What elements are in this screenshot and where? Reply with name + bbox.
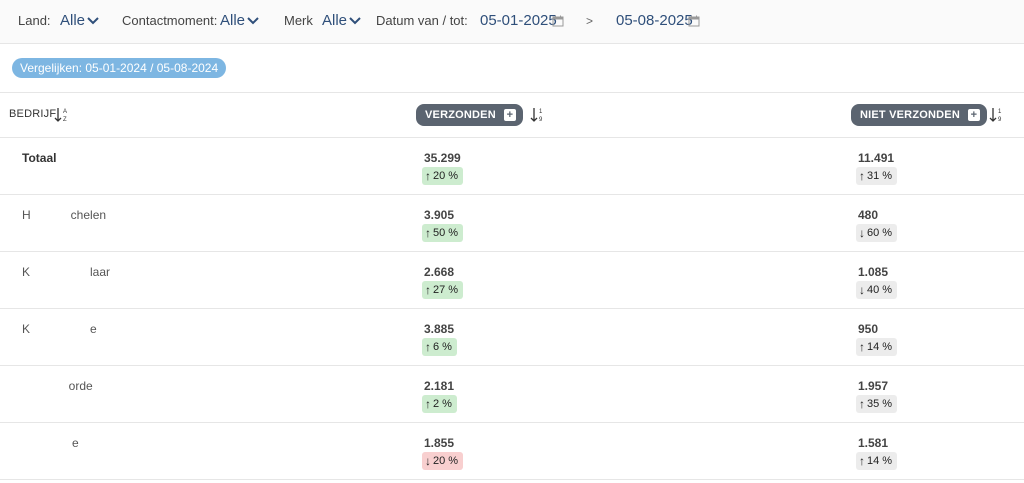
verzonden-header-button[interactable]: VERZONDEN + <box>416 104 523 126</box>
verzonden-change-badge: ↑ 50 % <box>422 224 464 242</box>
company-name: H chelen <box>22 208 107 222</box>
contactmoment-label: Contactmoment: <box>122 13 218 28</box>
chevron-down-icon <box>87 17 99 25</box>
chevron-down-icon <box>247 17 259 25</box>
chevron-down-icon <box>349 17 361 25</box>
table-row[interactable]: K e 3.885 ↑ 6 % 950 ↑ 14 % <box>0 309 1024 366</box>
niet-verzonden-change-badge: ↑ 14 % <box>856 338 898 356</box>
filter-bar: Land: Alle Contactmoment: Alle Merk Alle… <box>0 0 1024 44</box>
verzonden-value: 3.905 <box>424 208 455 222</box>
company-name: e <box>22 436 79 450</box>
sort-numeric-icon[interactable]: 1 9 <box>989 106 1005 129</box>
verzonden-change-badge: ↑ 2 % <box>422 395 457 413</box>
datum-label: Datum van / tot: <box>376 13 468 28</box>
table-body: Totaal 35.299 ↑ 20 % 11.491 ↑ 31 % H chelen 3.90… <box>0 138 1024 480</box>
arrow-up-icon: ↑ <box>425 226 431 240</box>
arrow-down-icon: ↓ <box>859 226 865 240</box>
svg-text:1: 1 <box>998 109 1002 115</box>
company-name: K e <box>22 322 97 336</box>
arrow-up-icon: ↑ <box>859 397 865 411</box>
compare-row: Vergelijken: 05-01-2024 / 05-08-2024 <box>0 44 1024 93</box>
date-separator: > <box>586 14 594 28</box>
arrow-up-icon: ↑ <box>425 340 431 354</box>
compare-pill[interactable]: Vergelijken: 05-01-2024 / 05-08-2024 <box>12 58 227 78</box>
arrow-up-icon: ↑ <box>859 340 865 354</box>
svg-text:9: 9 <box>998 117 1002 123</box>
svg-text:A: A <box>63 109 67 115</box>
merk-select[interactable]: Alle <box>322 12 361 30</box>
arrow-down-icon: ↓ <box>425 454 431 468</box>
arrow-up-icon: ↑ <box>859 169 865 183</box>
verzonden-change-badge: ↓ 20 % <box>422 452 464 470</box>
svg-text:1: 1 <box>539 109 543 115</box>
niet-verzonden-value: 480 <box>858 208 879 222</box>
niet-verzonden-change-badge: ↓ 60 % <box>856 224 898 242</box>
table-row[interactable]: K laar 2.668 ↑ 27 % 1.085 ↓ 40 % <box>0 252 1024 309</box>
col-bedrijf-header: BEDRIJF <box>9 108 57 120</box>
date-to-input[interactable]: 05-08-2025 <box>616 12 693 30</box>
contactmoment-select[interactable]: Alle <box>220 12 259 30</box>
arrow-up-icon: ↑ <box>425 397 431 411</box>
svg-text:9: 9 <box>539 117 543 123</box>
land-select[interactable]: Alle <box>60 12 99 30</box>
date-from-input[interactable]: 05-01-2025 <box>480 12 557 30</box>
company-name: Totaal <box>22 151 57 165</box>
niet-verzonden-change-badge: ↑ 14 % <box>856 452 898 470</box>
niet-verzonden-change-badge: ↓ 40 % <box>856 281 898 299</box>
calendar-icon[interactable] <box>688 14 700 32</box>
niet-verzonden-change-badge: ↑ 35 % <box>856 395 898 413</box>
arrow-up-icon: ↑ <box>859 454 865 468</box>
arrow-up-icon: ↑ <box>425 283 431 297</box>
verzonden-value: 35.299 <box>424 151 461 165</box>
verzonden-value: 2.668 <box>424 265 455 279</box>
verzonden-value: 2.181 <box>424 379 455 393</box>
table-row[interactable]: e 1.855 ↓ 20 % 1.581 ↑ 14 % <box>0 423 1024 480</box>
niet-verzonden-value: 1.581 <box>858 436 889 450</box>
plus-icon: + <box>503 109 516 121</box>
svg-text:Z: Z <box>63 117 67 123</box>
merk-label: Merk <box>284 13 313 28</box>
verzonden-value: 3.885 <box>424 322 455 336</box>
arrow-up-icon: ↑ <box>425 169 431 183</box>
table-row[interactable]: H chelen 3.905 ↑ 50 % 480 ↓ 60 % <box>0 195 1024 252</box>
niet-verzonden-value: 1.957 <box>858 379 889 393</box>
arrow-down-icon: ↓ <box>859 283 865 297</box>
table-row[interactable]: orde 2.181 ↑ 2 % 1.957 ↑ 35 % <box>0 366 1024 423</box>
niet-verzonden-change-badge: ↑ 31 % <box>856 167 898 185</box>
verzonden-change-badge: ↑ 27 % <box>422 281 464 299</box>
sort-numeric-icon[interactable]: 1 9 <box>530 106 546 129</box>
land-label: Land: <box>18 13 51 28</box>
table-header: BEDRIJF A Z VERZONDEN + 1 9 NIET VERZOND… <box>0 93 1024 138</box>
verzonden-change-badge: ↑ 6 % <box>422 338 457 356</box>
company-name: orde <box>22 379 93 393</box>
niet-verzonden-value: 1.085 <box>858 265 889 279</box>
sort-alpha-icon[interactable]: A Z <box>54 106 70 129</box>
niet-verzonden-value: 11.491 <box>858 151 895 165</box>
table-row-total[interactable]: Totaal 35.299 ↑ 20 % 11.491 ↑ 31 % <box>0 138 1024 195</box>
niet-verzonden-header-button[interactable]: NIET VERZONDEN + <box>851 104 987 126</box>
verzonden-change-badge: ↑ 20 % <box>422 167 464 185</box>
verzonden-value: 1.855 <box>424 436 455 450</box>
calendar-icon[interactable] <box>552 14 564 32</box>
company-name: K laar <box>22 265 111 279</box>
niet-verzonden-value: 950 <box>858 322 879 336</box>
plus-icon: + <box>967 109 980 121</box>
